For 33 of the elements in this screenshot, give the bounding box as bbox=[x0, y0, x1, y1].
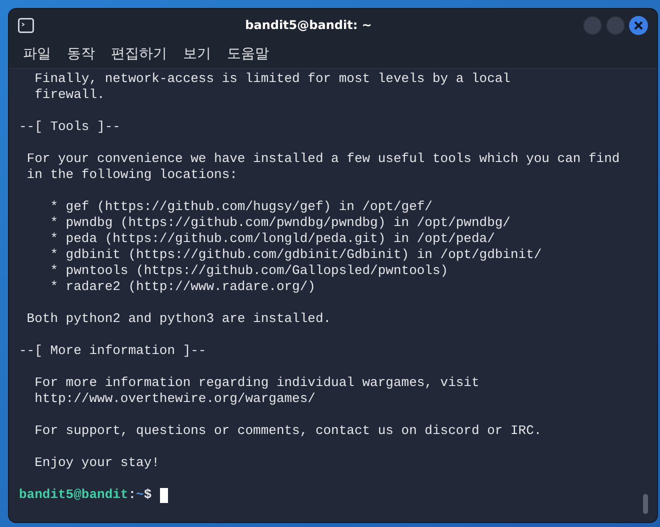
menu-item[interactable]: 도움말 bbox=[227, 44, 269, 65]
terminal-line: * radare2 (http://www.radare.org/) bbox=[49, 279, 316, 295]
scrollbar-thumb[interactable] bbox=[643, 494, 648, 514]
menu-item[interactable]: 편집하기 bbox=[111, 44, 167, 65]
terminal-line: Both python2 and python3 are installed. bbox=[26, 311, 332, 327]
terminal-line: in the following locations: bbox=[26, 167, 238, 183]
terminal-line: * gdbinit (https://github.com/gdbinit/Gdbinit) in /opt/gdbinit/ bbox=[49, 247, 542, 263]
terminal-line: http://www.overthewire.org/wargames/ bbox=[34, 391, 316, 407]
close-icon bbox=[634, 20, 643, 30]
prompt-user-host: bandit5@bandit bbox=[19, 487, 128, 503]
minimize-button[interactable] bbox=[583, 16, 602, 34]
window-title: bandit5@bandit: ~ bbox=[245, 17, 372, 34]
terminal-line: For support, questions or comments, contact us on discord or IRC. bbox=[34, 423, 542, 439]
close-button[interactable] bbox=[629, 16, 648, 34]
prompt-path: ~ bbox=[136, 487, 144, 503]
terminal-line: * pwntools (https://github.com/Gallopsled/pwntools) bbox=[49, 263, 448, 279]
terminal-line: * gef (https://github.com/hugsy/gef) in /opt/gef/ bbox=[49, 199, 432, 215]
prompt-separator: : bbox=[128, 487, 136, 503]
text-cursor bbox=[160, 488, 168, 502]
terminal-line: * peda (https://github.com/longld/peda.git) in /opt/peda/ bbox=[49, 231, 495, 247]
prompt-symbol: $ bbox=[144, 487, 152, 503]
terminal-line: Enjoy your stay! bbox=[34, 455, 160, 471]
menu-item[interactable]: 보기 bbox=[183, 44, 211, 65]
terminal-line: For more information regarding individual wargames, visit bbox=[34, 375, 480, 391]
terminal-line: --[ More information ]-- bbox=[19, 343, 206, 359]
menu-item[interactable]: 동작 bbox=[67, 44, 95, 65]
terminal-line: Finally, network-access is limited for most levels by a local bbox=[34, 71, 510, 87]
terminal-line: * pwndbg (https://github.com/pwndbg/pwndbg) in /opt/pwndbg/ bbox=[49, 215, 510, 231]
terminal-line: firewall. bbox=[34, 87, 105, 103]
terminal-line: --[ Tools ]-- bbox=[19, 119, 120, 135]
terminal-line: For your convenience we have installed a few useful tools which you can find bbox=[26, 151, 620, 167]
menu-item[interactable]: 파일 bbox=[23, 44, 51, 65]
terminal-icon bbox=[18, 18, 34, 32]
